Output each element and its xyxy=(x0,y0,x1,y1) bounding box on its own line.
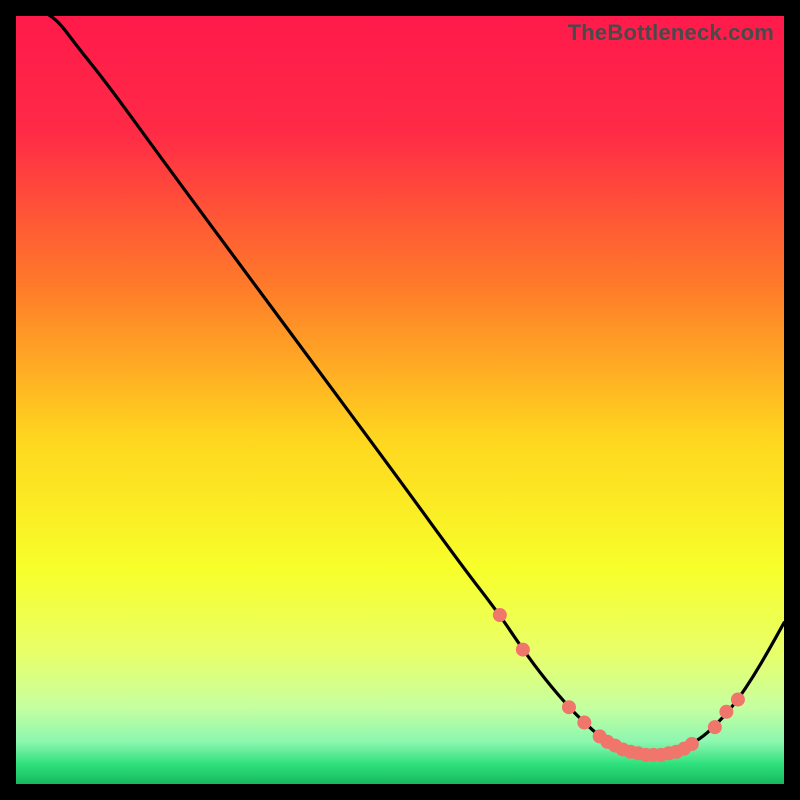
marker-dots xyxy=(493,608,745,762)
marker-dot xyxy=(708,720,722,734)
marker-dot xyxy=(685,737,699,751)
marker-dot xyxy=(516,643,530,657)
chart-frame: TheBottleneck.com xyxy=(0,0,800,800)
marker-dot xyxy=(731,693,745,707)
marker-dot xyxy=(493,608,507,622)
watermark-text: TheBottleneck.com xyxy=(568,20,774,46)
chart-overlay xyxy=(16,16,784,784)
marker-dot xyxy=(562,700,576,714)
marker-dot xyxy=(577,716,591,730)
plot-area: TheBottleneck.com xyxy=(16,16,784,784)
marker-dot xyxy=(719,705,733,719)
curve-line xyxy=(16,16,784,755)
